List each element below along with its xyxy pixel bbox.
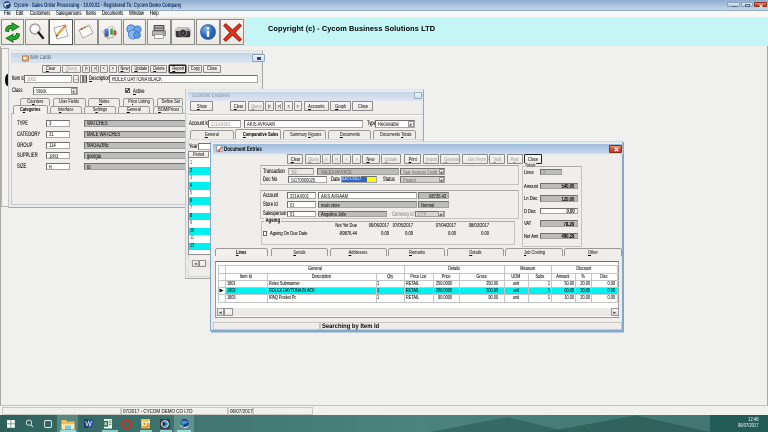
- svg-text:W: W: [85, 421, 92, 428]
